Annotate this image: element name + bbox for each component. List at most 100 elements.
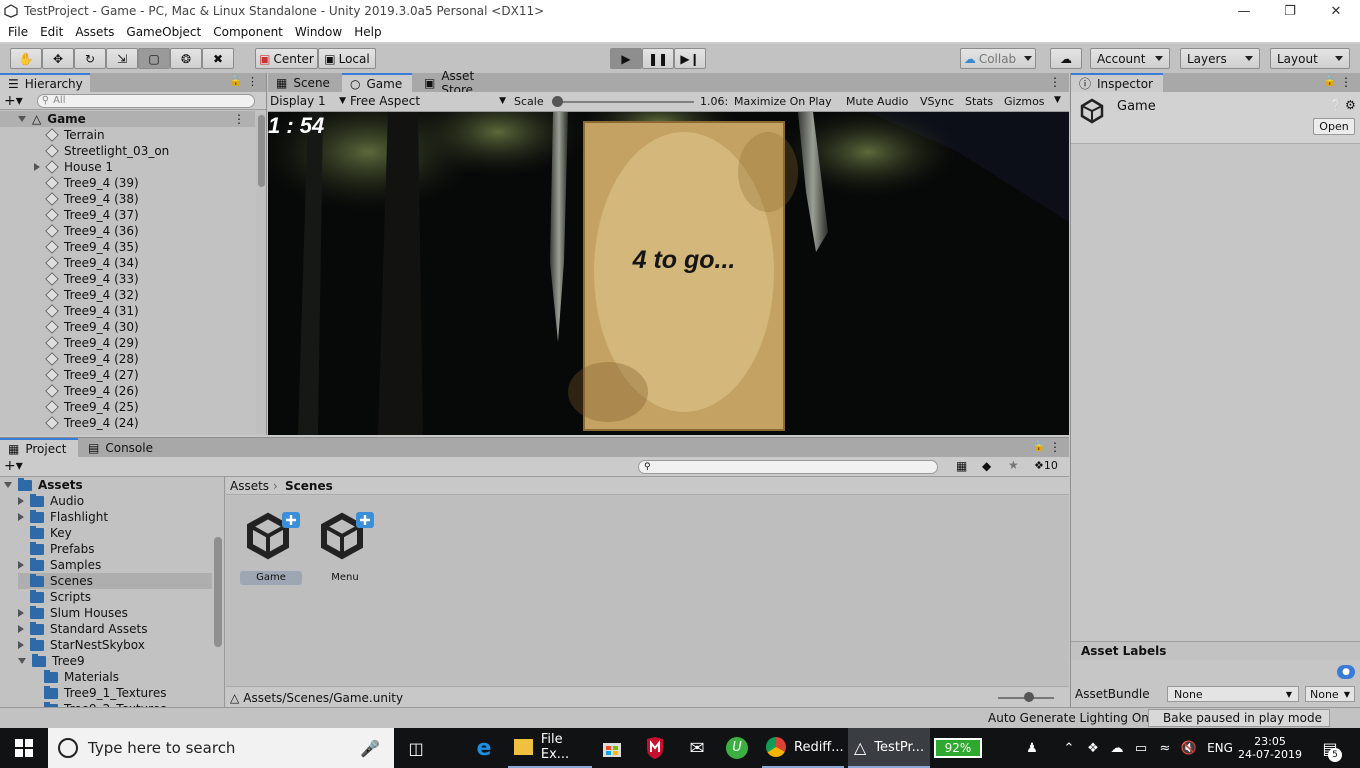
game-viewport[interactable]: 1 : 54 4 to go... (268, 112, 1069, 435)
start-button[interactable] (0, 728, 48, 768)
taskbar-file-explorer[interactable]: File Ex... (508, 728, 592, 768)
microphone-icon[interactable]: 🎤 (360, 739, 380, 758)
menu-edit[interactable]: Edit (34, 23, 69, 42)
lock-icon[interactable]: 🔒 (230, 76, 242, 87)
tree-item-folder[interactable]: Slum Houses (18, 605, 212, 621)
settings-gear-icon[interactable]: ⚙ (1345, 98, 1356, 112)
menu-assets[interactable]: Assets (69, 23, 120, 42)
tree-item-folder[interactable]: Scripts (18, 589, 212, 605)
scale-tool-button[interactable]: ⇲ (106, 48, 138, 69)
notification-center-icon[interactable]: ▤ 5 (1314, 728, 1346, 768)
tree-item-folder[interactable]: Standard Assets (18, 621, 212, 637)
battery-indicator[interactable]: 92% (934, 728, 988, 768)
clock[interactable]: 23:05 24-07-2019 (1238, 728, 1302, 768)
panel-menu-icon[interactable]: ⋮ (1340, 75, 1352, 89)
expand-arrow-icon[interactable] (18, 116, 26, 122)
gizmos-chevron-icon[interactable]: ▼ (1054, 95, 1061, 105)
scene-menu-icon[interactable]: ⋮ (233, 112, 245, 126)
menu-help[interactable]: Help (348, 23, 387, 42)
expand-arrow-icon[interactable] (18, 625, 24, 633)
stats-toggle[interactable]: Stats (965, 95, 993, 108)
favorite-star-icon[interactable]: ★ (1008, 458, 1019, 472)
scroll-thumb[interactable] (257, 115, 265, 187)
asset-game-scene[interactable]: Game (240, 508, 302, 585)
taskbar-search-box[interactable]: Type here to search 🎤 (48, 728, 394, 768)
hierarchy-item[interactable]: Tree9_4 (27) (34, 367, 139, 383)
close-button[interactable]: ✕ (1313, 0, 1359, 23)
variant-dropdown[interactable]: None ▼ (1305, 686, 1355, 702)
icon-size-slider-handle[interactable] (1024, 692, 1034, 702)
tree-item-folder[interactable]: Flashlight (18, 509, 212, 525)
hierarchy-item[interactable]: Tree9_4 (37) (34, 207, 139, 223)
tree-item-assets[interactable]: Assets (4, 477, 83, 493)
label-tag-icon[interactable]: ● (1337, 665, 1355, 679)
lock-icon[interactable]: 🔒 (1324, 76, 1336, 87)
mute-audio-toggle[interactable]: Mute Audio (846, 95, 908, 108)
breadcrumb-assets[interactable]: Assets (230, 479, 269, 493)
hierarchy-item[interactable]: Tree9_4 (30) (34, 319, 139, 335)
vsync-toggle[interactable]: VSync (920, 95, 954, 108)
step-button[interactable]: ▶❙ (674, 48, 706, 69)
hierarchy-item[interactable]: House 1 (34, 159, 113, 175)
panel-menu-icon[interactable]: ⋮ (1049, 440, 1061, 454)
tree-item-folder[interactable]: Tree9_1_Textures (32, 685, 212, 701)
rotate-tool-button[interactable]: ↻ (74, 48, 106, 69)
rect-tool-button[interactable]: ▢ (138, 48, 170, 69)
expand-arrow-icon[interactable] (18, 609, 24, 617)
scale-slider-handle[interactable] (552, 96, 563, 107)
expand-arrow-icon[interactable] (18, 561, 24, 569)
play-button[interactable]: ▶ (610, 48, 642, 69)
hierarchy-item[interactable]: Terrain (34, 127, 105, 143)
hierarchy-item[interactable]: Tree9_4 (25) (34, 399, 139, 415)
menu-component[interactable]: Component (207, 23, 289, 42)
tab-console[interactable]: ▤ Console (80, 438, 160, 457)
hierarchy-item[interactable]: Tree9_4 (36) (34, 223, 139, 239)
expand-arrow-icon[interactable] (34, 163, 40, 171)
onedrive-icon[interactable]: ☁ (1106, 728, 1128, 768)
menu-gameobject[interactable]: GameObject (120, 23, 207, 42)
hand-tool-button[interactable]: ✋ (10, 48, 42, 69)
gizmos-toggle[interactable]: Gizmos (1004, 95, 1045, 108)
hierarchy-item[interactable]: Tree9_4 (35) (34, 239, 139, 255)
hierarchy-item[interactable]: Tree9_4 (38) (34, 191, 139, 207)
filter-type-icon[interactable]: ▦ (956, 459, 967, 473)
tree-item-folder[interactable]: StarNestSkybox (18, 637, 212, 653)
assetbundle-dropdown[interactable]: None ▼ (1167, 686, 1299, 702)
pause-button[interactable]: ❚❚ (642, 48, 674, 69)
tree-item-folder[interactable]: Samples (18, 557, 212, 573)
store-icon[interactable] (596, 728, 628, 768)
collab-dropdown[interactable]: ☁ Collab (960, 48, 1036, 69)
tree-item-folder[interactable]: Key (18, 525, 212, 541)
tab-game[interactable]: ○ Game (342, 73, 412, 92)
tree-scroll-thumb[interactable] (214, 537, 222, 647)
open-button[interactable]: Open (1313, 118, 1355, 135)
edge-icon[interactable]: e (466, 728, 502, 768)
panel-menu-icon[interactable]: ⋮ (1049, 75, 1061, 89)
help-icon[interactable]: ❔ (1329, 99, 1343, 112)
tree-item-folder[interactable]: Audio (18, 493, 212, 509)
menu-file[interactable]: File (2, 23, 34, 42)
mail-icon[interactable]: ✉ (682, 728, 712, 768)
tab-asset-store[interactable]: ▣ Asset Store (416, 69, 516, 97)
minimize-button[interactable]: — (1221, 0, 1267, 23)
upwork-icon[interactable]: U (722, 728, 752, 768)
taskbar-chrome[interactable]: Rediff... (762, 728, 844, 768)
mcafee-icon[interactable] (640, 728, 670, 768)
hierarchy-item[interactable]: Streetlight_03_on (34, 143, 169, 159)
aspect-dropdown[interactable]: Free Aspect ▼ (350, 94, 506, 108)
pivot-center-button[interactable]: ▣ Center (255, 48, 318, 69)
cloud-button[interactable]: ☁ (1050, 48, 1082, 69)
hierarchy-item[interactable]: Tree9_4 (33) (34, 271, 139, 287)
create-plus-icon[interactable]: +▾ (4, 93, 23, 109)
expand-arrow-icon[interactable] (4, 482, 12, 488)
filter-label-icon[interactable]: ◆ (982, 459, 991, 473)
pivot-local-button[interactable]: ▣ Local (318, 48, 376, 69)
language-indicator[interactable]: ENG (1206, 728, 1234, 768)
hierarchy-item[interactable]: Tree9_4 (26) (34, 383, 139, 399)
maximize-button[interactable]: ❐ (1267, 0, 1313, 23)
custom-tool-button[interactable]: ✖ (202, 48, 234, 69)
taskbar-unity[interactable]: △ TestPr... (848, 728, 930, 768)
volume-muted-icon[interactable]: 🔇 (1178, 728, 1200, 768)
asset-menu-scene[interactable]: Menu (314, 508, 376, 584)
hidden-packages-toggle[interactable]: ❖10 (1034, 459, 1058, 472)
